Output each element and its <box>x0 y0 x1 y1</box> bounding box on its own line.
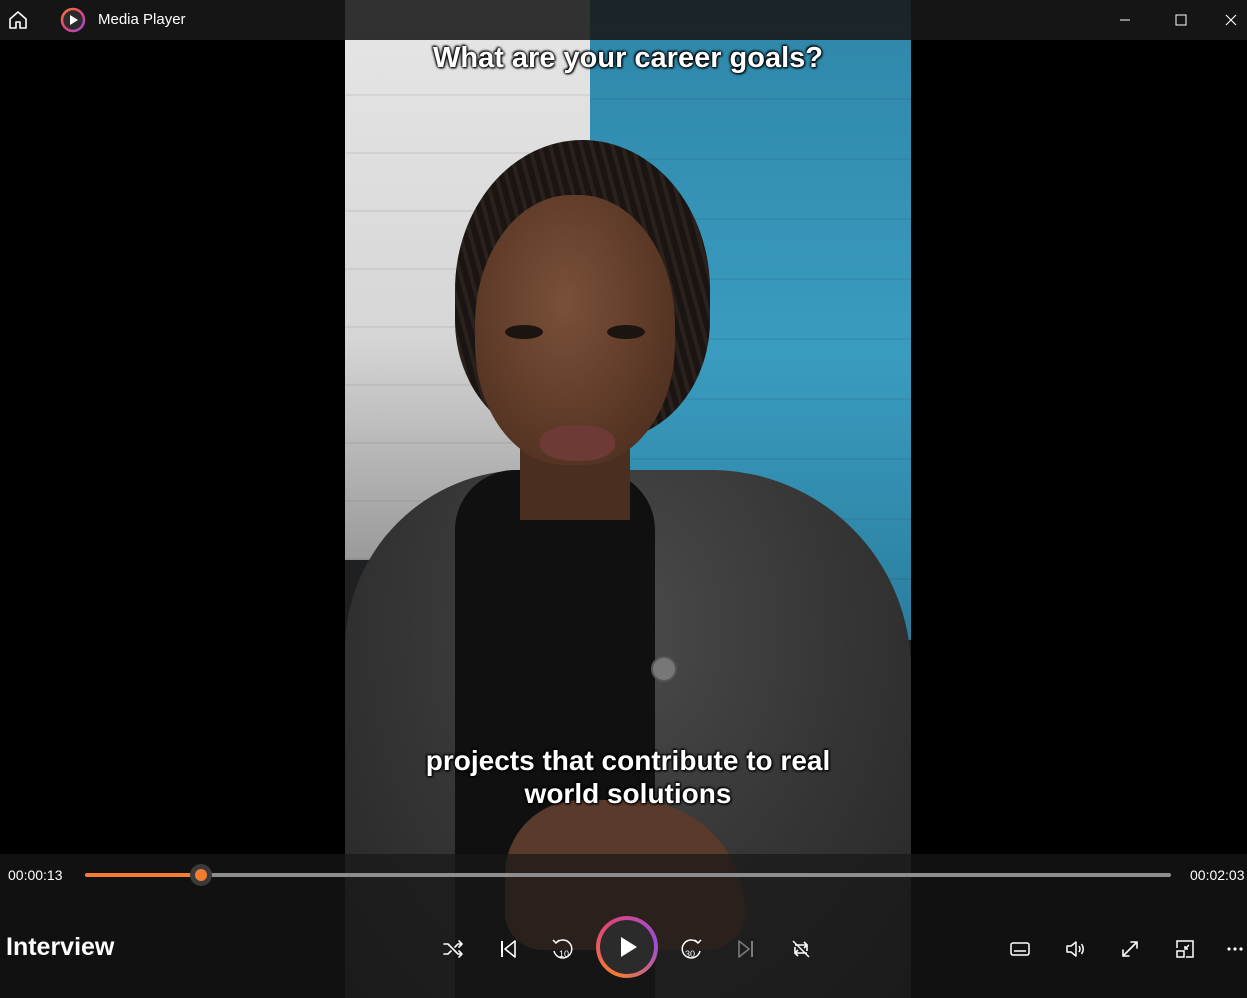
video-person-eye-right <box>607 325 645 339</box>
play-icon <box>621 937 637 957</box>
seek-bar-progress <box>85 873 202 877</box>
seek-bar-thumb[interactable] <box>190 864 213 886</box>
play-button-inner <box>600 920 654 974</box>
playback-controls-bar: 00:00:13 00:02:03 Interview 10 30 <box>0 854 1247 998</box>
video-person-eye-left <box>505 325 543 339</box>
more-icon <box>1226 947 1243 951</box>
repeat-button[interactable] <box>783 931 819 967</box>
rewind-10-icon: 10 <box>552 939 573 959</box>
fullscreen-icon <box>1122 941 1138 957</box>
captions-button[interactable] <box>1002 931 1038 967</box>
title-bar: Media Player <box>0 0 1247 40</box>
shuffle-icon <box>443 940 463 958</box>
current-time: 00:00:13 <box>8 867 63 883</box>
mini-player-icon <box>1176 940 1194 958</box>
forward-30-icon: 30 <box>681 939 702 959</box>
forward-30-button[interactable]: 30 <box>673 931 709 967</box>
media-player-window: What are your career goals? projects tha… <box>0 0 1247 998</box>
mini-player-button[interactable] <box>1167 931 1203 967</box>
video-caption-line-2: world solutions <box>524 778 732 809</box>
captions-icon <box>1010 942 1030 956</box>
next-icon <box>738 940 753 958</box>
maximize-button[interactable] <box>1158 0 1204 40</box>
video-frame[interactable]: What are your career goals? projects tha… <box>345 0 911 998</box>
video-person-mouth <box>540 425 615 461</box>
maximize-icon <box>1175 14 1187 26</box>
forward-30-label: 30 <box>685 949 695 959</box>
shuffle-button[interactable] <box>435 931 471 967</box>
previous-icon <box>501 940 516 958</box>
media-title: Interview <box>6 933 115 961</box>
total-time: 00:02:03 <box>1190 867 1245 883</box>
media-player-logo-icon <box>60 7 86 33</box>
video-caption-top: What are your career goals? <box>432 42 824 74</box>
fullscreen-button[interactable] <box>1112 931 1148 967</box>
close-icon <box>1225 14 1236 26</box>
volume-button[interactable] <box>1057 931 1093 967</box>
minimize-icon <box>1120 19 1130 21</box>
rewind-10-button[interactable]: 10 <box>545 931 581 967</box>
video-caption-line-1: projects that contribute to real <box>425 745 831 776</box>
video-jacket-button <box>651 656 677 682</box>
play-button[interactable] <box>596 916 658 978</box>
repeat-icon <box>792 940 810 958</box>
home-icon[interactable] <box>6 8 30 32</box>
next-button[interactable] <box>728 931 764 967</box>
seek-bar[interactable] <box>85 864 1171 886</box>
previous-button[interactable] <box>490 931 526 967</box>
volume-icon <box>1066 941 1084 957</box>
app-title: Media Player <box>98 11 186 28</box>
video-caption-bottom: projects that contribute to real world s… <box>345 744 911 810</box>
rewind-10-label: 10 <box>559 949 569 959</box>
close-button[interactable] <box>1214 0 1247 40</box>
more-button[interactable] <box>1222 931 1247 967</box>
minimize-button[interactable] <box>1102 0 1148 40</box>
